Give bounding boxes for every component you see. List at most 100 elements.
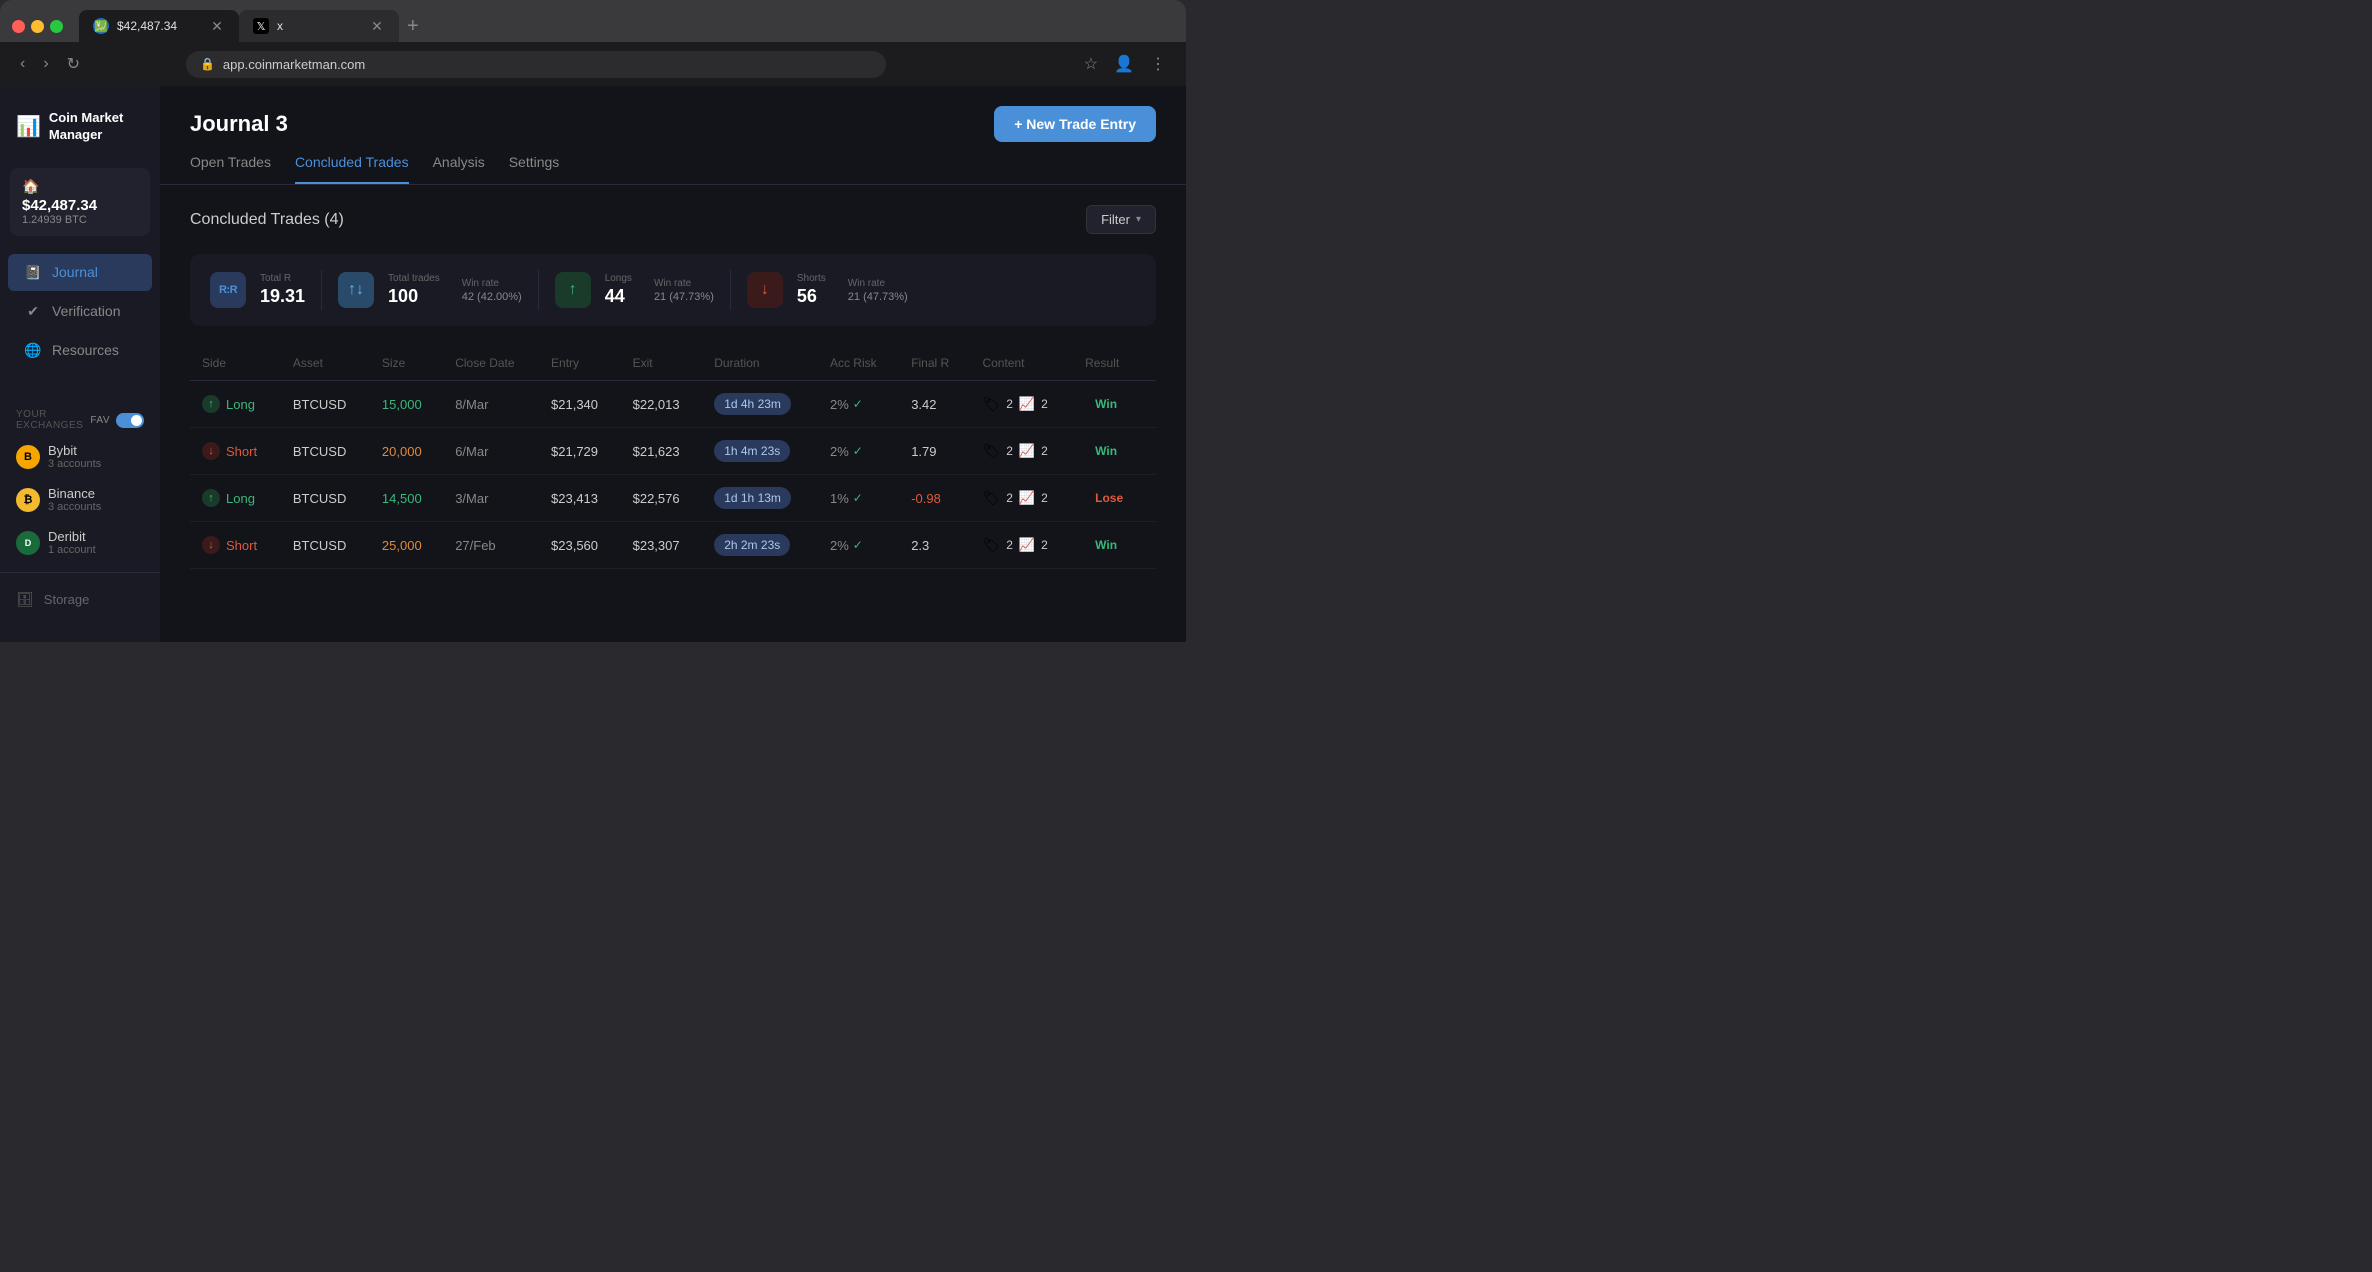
balance-amount: $42,487.34 — [22, 197, 138, 214]
tag-icon-1: 🏷 — [982, 443, 1000, 460]
shorts-value: 56 — [797, 286, 826, 307]
chart-count-2: 2 — [1041, 491, 1048, 505]
binance-name: Binance — [48, 486, 101, 501]
cell-exit-2: $22,576 — [621, 475, 703, 522]
cell-result-1: Win — [1073, 428, 1156, 475]
cell-duration-1: 1h 4m 23s — [702, 428, 818, 475]
tab-open-trades[interactable]: Open Trades — [190, 154, 271, 184]
tab-analysis[interactable]: Analysis — [433, 154, 485, 184]
col-content: Content — [970, 346, 1073, 381]
chart-icon-0: 📈 — [1019, 396, 1035, 412]
cell-entry-1: $21,729 — [539, 428, 621, 475]
verification-icon: ✔ — [24, 303, 42, 320]
finalr-value-2: -0.98 — [911, 491, 941, 506]
fav-toggle-pill[interactable] — [116, 413, 144, 428]
page-title: Journal 3 — [190, 111, 288, 137]
col-entry: Entry — [539, 346, 621, 381]
star-button[interactable]: ☆ — [1080, 50, 1102, 78]
tab-settings[interactable]: Settings — [509, 154, 560, 184]
cell-asset-2: BTCUSD — [281, 475, 370, 522]
tag-count-2: 2 — [1006, 491, 1013, 505]
cell-content-1: 🏷 2 📈 2 — [970, 428, 1073, 475]
cell-result-0: Win — [1073, 381, 1156, 428]
reload-button[interactable]: ↻ — [63, 50, 84, 78]
cell-finalr-1: 1.79 — [899, 428, 970, 475]
minimize-traffic-light[interactable] — [31, 20, 44, 33]
table-row[interactable]: ↑ Long BTCUSD 14,500 3/Mar $23,413 $22,5… — [190, 475, 1156, 522]
fav-toggle[interactable]: FAV — [90, 413, 144, 428]
exchange-bybit[interactable]: B Bybit 3 accounts — [0, 435, 160, 478]
stats-row: R:R Total R 19.31 ↑↓ Total trades 100 Wi… — [190, 254, 1156, 326]
side-label-1: Short — [226, 444, 257, 459]
table-row[interactable]: ↑ Long BTCUSD 15,000 8/Mar $21,340 $22,0… — [190, 381, 1156, 428]
browser-tab-2[interactable]: 𝕏 x ✕ — [239, 10, 399, 42]
cell-size-0: 15,000 — [370, 381, 443, 428]
sidebar-item-resources[interactable]: 🌐 Resources — [8, 332, 152, 369]
finalr-value-3: 2.3 — [911, 538, 929, 553]
sidebar-item-storage[interactable]: 🗄 Storage — [0, 581, 160, 618]
longs-icon: ↑ — [555, 272, 591, 308]
tab-1-close[interactable]: ✕ — [209, 18, 225, 34]
cell-risk-3: 2% ✓ — [818, 522, 899, 569]
chevron-down-icon: ▾ — [1136, 214, 1141, 225]
shorts-winrate-label: Win rate — [848, 278, 908, 289]
tab-2-close[interactable]: ✕ — [369, 18, 385, 34]
cell-side-3: ↓ Short — [190, 522, 281, 569]
chart-icon-2: 📈 — [1019, 490, 1035, 506]
side-dot-2: ↑ — [202, 489, 220, 507]
sidebar-bottom: 🗄 Storage — [0, 572, 160, 626]
check-icon-2: ✓ — [853, 491, 863, 505]
cell-side-1: ↓ Short — [190, 428, 281, 475]
cell-result-3: Win — [1073, 522, 1156, 569]
cell-content-3: 🏷 2 📈 2 — [970, 522, 1073, 569]
sidebar-label-verification: Verification — [52, 303, 120, 319]
browser-tab-1[interactable]: 💹 $42,487.34 ✕ — [79, 10, 239, 42]
new-trade-entry-button[interactable]: + New Trade Entry — [994, 106, 1156, 142]
deribit-name: Deribit — [48, 529, 96, 544]
longs-value: 44 — [605, 286, 632, 307]
chart-icon-1: 📈 — [1019, 443, 1035, 459]
trades-value: 100 — [388, 286, 440, 307]
maximize-traffic-light[interactable] — [50, 20, 63, 33]
col-exit: Exit — [621, 346, 703, 381]
close-traffic-light[interactable] — [12, 20, 25, 33]
exchange-binance[interactable]: ₿ Binance 3 accounts — [0, 478, 160, 521]
sidebar-item-journal[interactable]: 📓 Journal — [8, 254, 152, 291]
cell-side-2: ↑ Long — [190, 475, 281, 522]
table-row[interactable]: ↓ Short BTCUSD 20,000 6/Mar $21,729 $21,… — [190, 428, 1156, 475]
col-close-date: Close Date — [443, 346, 539, 381]
sidebar-item-verification[interactable]: ✔ Verification — [8, 293, 152, 330]
bybit-info: Bybit 3 accounts — [48, 443, 101, 470]
check-icon-0: ✓ — [853, 397, 863, 411]
panel-title: Concluded Trades (4) — [190, 211, 344, 229]
address-bar[interactable]: 🔒 app.coinmarketman.com — [186, 51, 886, 78]
duration-badge-3: 2h 2m 23s — [714, 534, 790, 556]
exchanges-label: YOUR EXCHANGES — [16, 409, 90, 431]
tab-concluded-trades[interactable]: Concluded Trades — [295, 154, 409, 184]
address-text: app.coinmarketman.com — [223, 57, 365, 72]
filter-button[interactable]: Filter ▾ — [1086, 205, 1156, 234]
browser-actions: ☆ 👤 ⋮ — [1080, 50, 1170, 78]
panel-header: Concluded Trades (4) Filter ▾ — [190, 205, 1156, 234]
cell-result-2: Lose — [1073, 475, 1156, 522]
profile-button[interactable]: 👤 — [1110, 50, 1138, 78]
tabs-nav: Open Trades Concluded Trades Analysis Se… — [160, 142, 1186, 185]
cell-risk-2: 1% ✓ — [818, 475, 899, 522]
cell-asset-3: BTCUSD — [281, 522, 370, 569]
stat-divider-3 — [730, 270, 731, 310]
check-icon-1: ✓ — [853, 444, 863, 458]
forward-button[interactable]: › — [39, 51, 52, 77]
sidebar-balance[interactable]: 🏠 $42,487.34 1.24939 BTC — [10, 168, 150, 236]
cell-finalr-2: -0.98 — [899, 475, 970, 522]
side-dot-1: ↓ — [202, 442, 220, 460]
check-icon-3: ✓ — [853, 538, 863, 552]
table-row[interactable]: ↓ Short BTCUSD 25,000 27/Feb $23,560 $23… — [190, 522, 1156, 569]
stat-group-rr: R:R Total R 19.31 — [210, 272, 305, 308]
menu-button[interactable]: ⋮ — [1146, 50, 1170, 78]
exchange-deribit[interactable]: D Deribit 1 account — [0, 521, 160, 564]
result-badge-2: Lose — [1085, 488, 1133, 508]
back-button[interactable]: ‹ — [16, 51, 29, 77]
trades-icon: ↑↓ — [338, 272, 374, 308]
stat-group-shorts: ↓ Shorts 56 Win rate 21 (47.73%) — [747, 272, 908, 308]
new-tab-button[interactable]: + — [399, 11, 427, 42]
